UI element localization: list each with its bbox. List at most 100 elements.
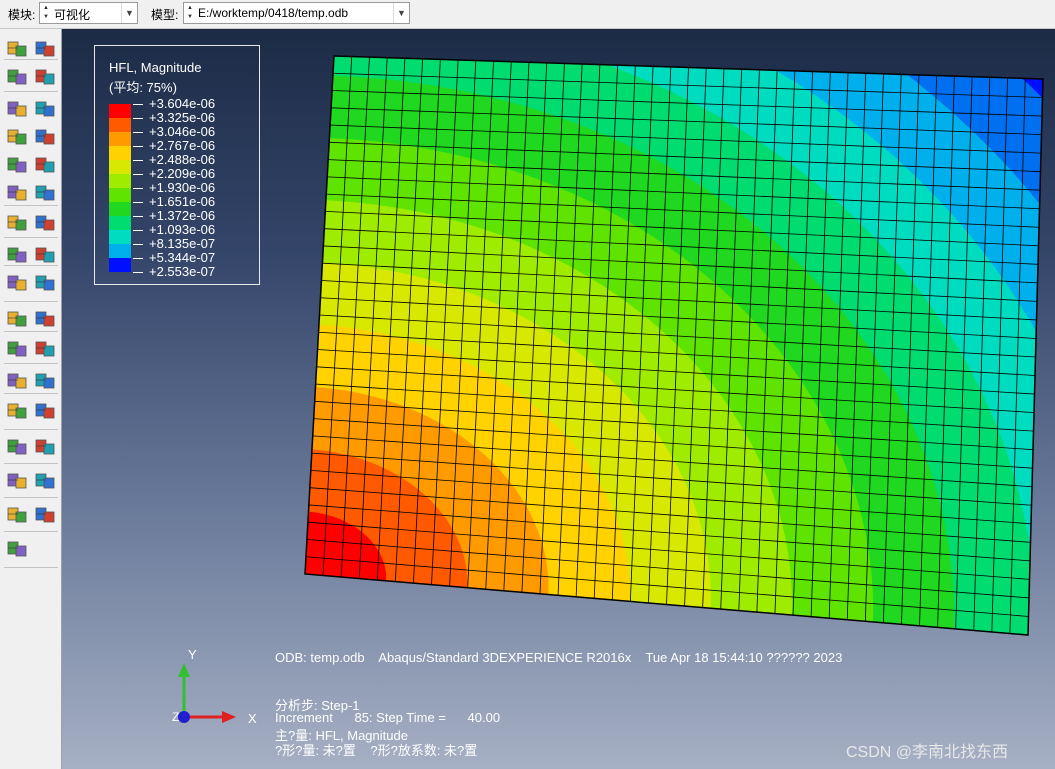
toolbox-separator	[4, 91, 58, 92]
create-field-output-icon[interactable]	[33, 243, 57, 267]
legend-tick	[133, 174, 143, 175]
toolbox-separator	[4, 301, 58, 302]
legend-entry: +2.553e-07	[109, 265, 259, 286]
toolbox-separator	[4, 59, 58, 60]
legend-value: +1.930e-06	[149, 180, 216, 195]
legend-value: +1.093e-06	[149, 222, 216, 237]
legend-value: +3.325e-06	[149, 110, 216, 125]
legend-value: +2.553e-07	[149, 264, 216, 279]
legend-value: +8.135e-07	[149, 236, 216, 251]
module-combo[interactable]: ▲ ▼ 可视化 ▼	[39, 2, 138, 24]
coordinate-triad: Y X Z	[172, 647, 257, 726]
toolbox-separator	[4, 393, 58, 394]
legend-tick	[133, 118, 143, 119]
contour-options-icon[interactable]	[33, 97, 57, 121]
legend-tick	[133, 146, 143, 147]
legend-tick	[133, 216, 143, 217]
pencil-icon[interactable]	[5, 537, 29, 561]
legend-tick	[133, 132, 143, 133]
legend-value: +3.604e-06	[149, 96, 216, 111]
axis-x-label: X	[248, 711, 257, 726]
increment-info: Increment 85: Step Time = 40.00	[275, 710, 501, 725]
viewport[interactable]: HFL, Magnitude (平均: 75%) +3.604e-06 +3.32…	[62, 29, 1055, 769]
orientation-options-icon[interactable]	[33, 153, 57, 177]
symbol-plot-icon[interactable]	[5, 125, 29, 149]
legend-value: +1.372e-06	[149, 208, 216, 223]
deformed-shape-icon[interactable]	[5, 65, 29, 89]
legend-swatch	[109, 230, 131, 244]
legend-tick	[133, 104, 143, 105]
xy-data-icon[interactable]	[5, 307, 29, 331]
display-group-icon[interactable]	[5, 399, 29, 423]
toolbox-separator	[4, 331, 58, 332]
toolbox	[0, 29, 62, 769]
legend-value: +5.344e-07	[149, 250, 216, 265]
legend-swatch	[109, 244, 131, 258]
legend-tick	[133, 258, 143, 259]
legend-value: +2.488e-06	[149, 152, 216, 167]
animate-scale-icon[interactable]	[5, 243, 29, 267]
contour-plot-icon[interactable]	[5, 97, 29, 121]
legend-tick	[133, 202, 143, 203]
model-combo[interactable]: ▲ ▼ E:/worktemp/0418/temp.odb ▼	[183, 2, 410, 24]
legend-swatch	[109, 118, 131, 132]
legend-swatch	[109, 188, 131, 202]
toolbox-separator	[4, 497, 58, 498]
symbol-options-icon[interactable]	[33, 125, 57, 149]
stream-manager-icon[interactable]	[33, 469, 57, 493]
deform-scale-icon[interactable]	[5, 181, 29, 205]
element-set-icon[interactable]	[5, 435, 29, 459]
contour-legend: HFL, Magnitude (平均: 75%) +3.604e-06 +3.32…	[94, 45, 260, 285]
display-group-manager-icon[interactable]	[33, 399, 57, 423]
model-spinner[interactable]: ▲ ▼	[185, 4, 195, 22]
material-orientation-icon[interactable]	[5, 153, 29, 177]
toolbox-separator	[4, 237, 58, 238]
animate-options-icon[interactable]	[33, 211, 57, 235]
module-label: 模块:	[8, 8, 36, 22]
undeformed-shape-icon[interactable]	[33, 65, 57, 89]
toolbox-separator	[4, 363, 58, 364]
xy-data-manager-icon[interactable]	[33, 307, 57, 331]
legend-swatch	[109, 104, 131, 118]
legend-tick	[133, 244, 143, 245]
animate-time-history-icon[interactable]	[5, 211, 29, 235]
transform-icon[interactable]	[5, 503, 29, 527]
toolbox-separator	[4, 265, 58, 266]
legend-swatch	[109, 202, 131, 216]
legend-value: +2.767e-06	[149, 138, 216, 153]
deformation-info: ?形?量: 未?置 ?形?放系数: 未?置	[275, 743, 478, 758]
legend-swatch	[109, 216, 131, 230]
legend-subtitle: (平均: 75%)	[109, 80, 177, 95]
watermark: CSDN @李南北找东西	[846, 744, 1009, 761]
legend-swatch	[109, 132, 131, 146]
legend-tick	[133, 188, 143, 189]
toolbox-separator	[4, 531, 58, 532]
xy-plot-icon[interactable]	[33, 337, 57, 361]
set-manager-icon[interactable]	[33, 435, 57, 459]
report-icon[interactable]	[33, 503, 57, 527]
axis-y-label: Y	[188, 647, 197, 662]
chevron-down-icon[interactable]: ▼	[121, 3, 137, 23]
view-cut-icon[interactable]	[5, 369, 29, 393]
free-body-icon[interactable]	[33, 271, 57, 295]
legend-swatch	[109, 160, 131, 174]
coordinate-system-icon[interactable]	[5, 271, 29, 295]
stream-icon[interactable]	[5, 469, 29, 493]
axis-z-label: Z	[172, 710, 179, 724]
query-icon[interactable]	[5, 37, 29, 61]
module-value: 可视化	[54, 8, 91, 22]
toolbox-separator	[4, 429, 58, 430]
legend-value: +2.209e-06	[149, 166, 216, 181]
module-spinner[interactable]: ▲ ▼	[41, 4, 51, 22]
chevron-down-icon[interactable]: ▼	[393, 3, 409, 23]
render-model-icon[interactable]	[33, 37, 57, 61]
model-value: E:/worktemp/0418/temp.odb	[198, 6, 349, 20]
odb-info: ODB: temp.odb Abaqus/Standard 3DEXPERIEN…	[275, 650, 843, 665]
context-bar: 模块: ▲ ▼ 可视化 ▼ 模型: ▲ ▼ E:/worktemp/0418/tem…	[0, 0, 1055, 29]
view-cut-manager-icon[interactable]	[33, 369, 57, 393]
legend-swatch	[109, 258, 131, 272]
legend-swatch	[109, 174, 131, 188]
legend-swatch	[109, 146, 131, 160]
path-icon[interactable]	[5, 337, 29, 361]
superimpose-icon[interactable]	[33, 181, 57, 205]
